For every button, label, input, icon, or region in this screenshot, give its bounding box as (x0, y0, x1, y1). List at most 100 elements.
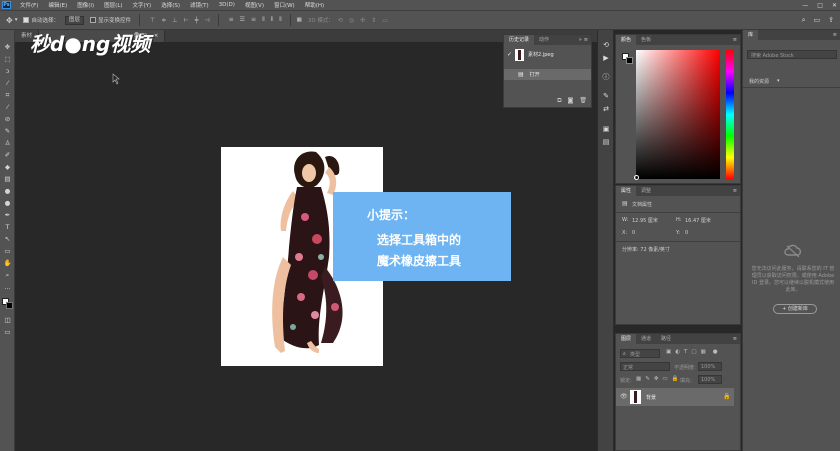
chevron-down-icon[interactable]: ▾ (777, 78, 780, 84)
tab-swatches[interactable]: 色板 (636, 35, 656, 45)
lock-image-icon[interactable]: ✎ (645, 376, 650, 382)
height-value[interactable]: 16.47 厘米 (685, 217, 711, 224)
move-tool-icon[interactable]: ✥ (6, 16, 13, 25)
lock-all-icon[interactable]: 🔒 (672, 376, 679, 382)
history-panel-icon[interactable]: ⟲ (601, 40, 611, 50)
maximize-button[interactable]: □ (817, 2, 823, 9)
opacity-field[interactable]: 100% (698, 362, 722, 371)
move-tool-preset-chevron-icon[interactable]: ▾ (15, 17, 18, 23)
trash-icon[interactable]: 🗑 (579, 97, 587, 105)
tab-layers[interactable]: 图层 (616, 334, 637, 344)
layer-name[interactable]: 背景 (646, 394, 656, 401)
zoom-tool-icon[interactable]: ⌕ (2, 271, 13, 280)
marquee-tool-icon[interactable]: ⬚ (2, 55, 13, 64)
tab-actions[interactable]: 动作 (534, 35, 554, 45)
3d-roll-icon[interactable]: ◎ (349, 17, 354, 24)
panel-menu-icon[interactable]: ≡ (733, 188, 740, 194)
align-left-icon[interactable]: ⊢ (184, 17, 189, 24)
blend-mode-dropdown[interactable]: 正常 (620, 362, 670, 371)
info-panel-icon[interactable]: ⓘ (601, 72, 611, 82)
3d-slide-icon[interactable]: ⇕ (371, 17, 376, 24)
tab-channels[interactable]: 通道 (636, 334, 656, 344)
align-hcenter-icon[interactable]: ╪ (195, 17, 199, 24)
tab-paths[interactable]: 路径 (656, 334, 676, 344)
dodge-tool-icon[interactable]: ● (2, 199, 13, 208)
auto-select-option[interactable]: 自动选择： (23, 16, 59, 24)
blur-tool-icon[interactable]: ● (2, 187, 13, 196)
align-right-icon[interactable]: ⊣ (204, 17, 209, 24)
layer-row-background[interactable]: 👁 背景 🔒 (616, 388, 734, 406)
close-button[interactable]: ✕ (832, 2, 837, 9)
align-vcenter-icon[interactable]: ≑ (161, 17, 166, 24)
filter-shape-icon[interactable]: ▢ (691, 349, 696, 355)
background-color-swatch[interactable] (6, 302, 13, 309)
x-value[interactable]: 0 (632, 230, 635, 236)
minimize-button[interactable]: — (802, 2, 808, 9)
crop-tool-icon[interactable]: ⌗ (2, 91, 13, 100)
history-snapshot-row[interactable]: ✓ 素材2.jpeg (504, 47, 591, 62)
3d-scale-icon[interactable]: ▭ (382, 17, 388, 24)
hue-slider[interactable] (726, 50, 734, 179)
distribute-bottom-icon[interactable]: ≡ (251, 16, 256, 24)
align-bottom-icon[interactable]: ⊥ (172, 17, 177, 24)
new-document-from-state-icon[interactable]: ⧉ (557, 97, 561, 105)
stock-search-input[interactable]: 搜索 Adobe Stock (747, 50, 837, 59)
color-field[interactable] (636, 50, 720, 179)
workspace-icon[interactable]: ▭ (814, 16, 821, 25)
move-tool-icon[interactable]: ✥ (2, 43, 13, 52)
quick-mask-icon[interactable]: ◫ (2, 316, 13, 325)
distribute-left-icon[interactable]: ⫴ (262, 16, 265, 24)
menu-filter[interactable]: 滤镜(T) (185, 1, 214, 9)
distribute-vcenter-icon[interactable]: ☰ (240, 16, 245, 24)
panel-menu-icon[interactable]: ≡ (733, 37, 740, 43)
tab-history[interactable]: 历史记录 (504, 35, 535, 45)
rectangle-tool-icon[interactable]: ▭ (2, 247, 13, 256)
menu-layer[interactable]: 图层(L) (99, 1, 127, 9)
menu-view[interactable]: 视图(V) (240, 1, 269, 9)
distribute-top-icon[interactable]: ≡ (229, 16, 234, 24)
tab-properties[interactable]: 属性 (616, 186, 637, 196)
menu-type[interactable]: 文字(Y) (128, 1, 157, 9)
menu-3d[interactable]: 3D(D) (214, 2, 240, 8)
show-transform-checkbox[interactable] (90, 17, 96, 23)
show-transform-option[interactable]: 显示变换控件 (90, 16, 131, 24)
hand-tool-icon[interactable]: ✋ (2, 259, 13, 268)
3d-rotate-icon[interactable]: ⟲ (338, 17, 343, 24)
3d-drag-icon[interactable]: ✣ (360, 17, 365, 24)
screen-mode-icon[interactable]: ▭ (2, 328, 13, 337)
lock-artboard-icon[interactable]: ▭ (662, 376, 667, 382)
distribute-right-icon[interactable]: ⫴ (279, 16, 282, 24)
adjust-sliders-icon[interactable]: ⇄ (601, 104, 611, 114)
gradient-tool-icon[interactable]: ▤ (2, 175, 13, 184)
menu-help[interactable]: 帮助(H) (300, 1, 329, 9)
filter-toggle-icon[interactable]: ● (713, 349, 718, 355)
brush-tool-icon[interactable]: ✎ (2, 127, 13, 136)
y-value[interactable]: 0 (685, 230, 688, 236)
filter-smart-object-icon[interactable]: ▦ (701, 349, 706, 355)
search-icon[interactable]: ⌕ (802, 16, 806, 25)
color-picker-handle[interactable] (634, 175, 639, 180)
more-tools-icon[interactable]: … (2, 283, 13, 292)
library-dropdown[interactable]: 我的资源 (749, 78, 769, 85)
menu-select[interactable]: 选择(S) (156, 1, 185, 9)
pen-tool-icon[interactable]: ✒ (2, 211, 13, 220)
panel-menu-icon[interactable]: ≡ (733, 336, 740, 342)
eraser-tool-icon[interactable]: ◆ (2, 163, 13, 172)
healing-brush-tool-icon[interactable]: ⊘ (2, 115, 13, 124)
share-icon[interactable]: ⇪ (828, 16, 834, 25)
camera-icon[interactable]: ◙ (568, 97, 574, 105)
eyedropper-tool-icon[interactable]: ⁄ (2, 103, 13, 112)
width-value[interactable]: 12.95 厘米 (632, 217, 658, 224)
close-tab-icon[interactable]: × (154, 33, 159, 39)
filter-pixel-icon[interactable]: ▣ (666, 349, 671, 355)
history-brush-tool-icon[interactable]: ✐ (2, 151, 13, 160)
tab-libraries[interactable]: 库 (743, 30, 759, 40)
path-select-tool-icon[interactable]: ↖ (2, 235, 13, 244)
background-color-swatch[interactable] (626, 57, 633, 64)
character-panel-icon[interactable]: ▤ (601, 137, 611, 147)
menu-image[interactable]: 图像(I) (72, 1, 99, 9)
create-library-button[interactable]: + 创建新库 (773, 304, 817, 314)
type-tool-icon[interactable]: T (2, 223, 13, 232)
panel-menu-icon[interactable]: ≡ (833, 32, 840, 38)
actions-panel-icon[interactable]: ▶ (601, 53, 611, 63)
